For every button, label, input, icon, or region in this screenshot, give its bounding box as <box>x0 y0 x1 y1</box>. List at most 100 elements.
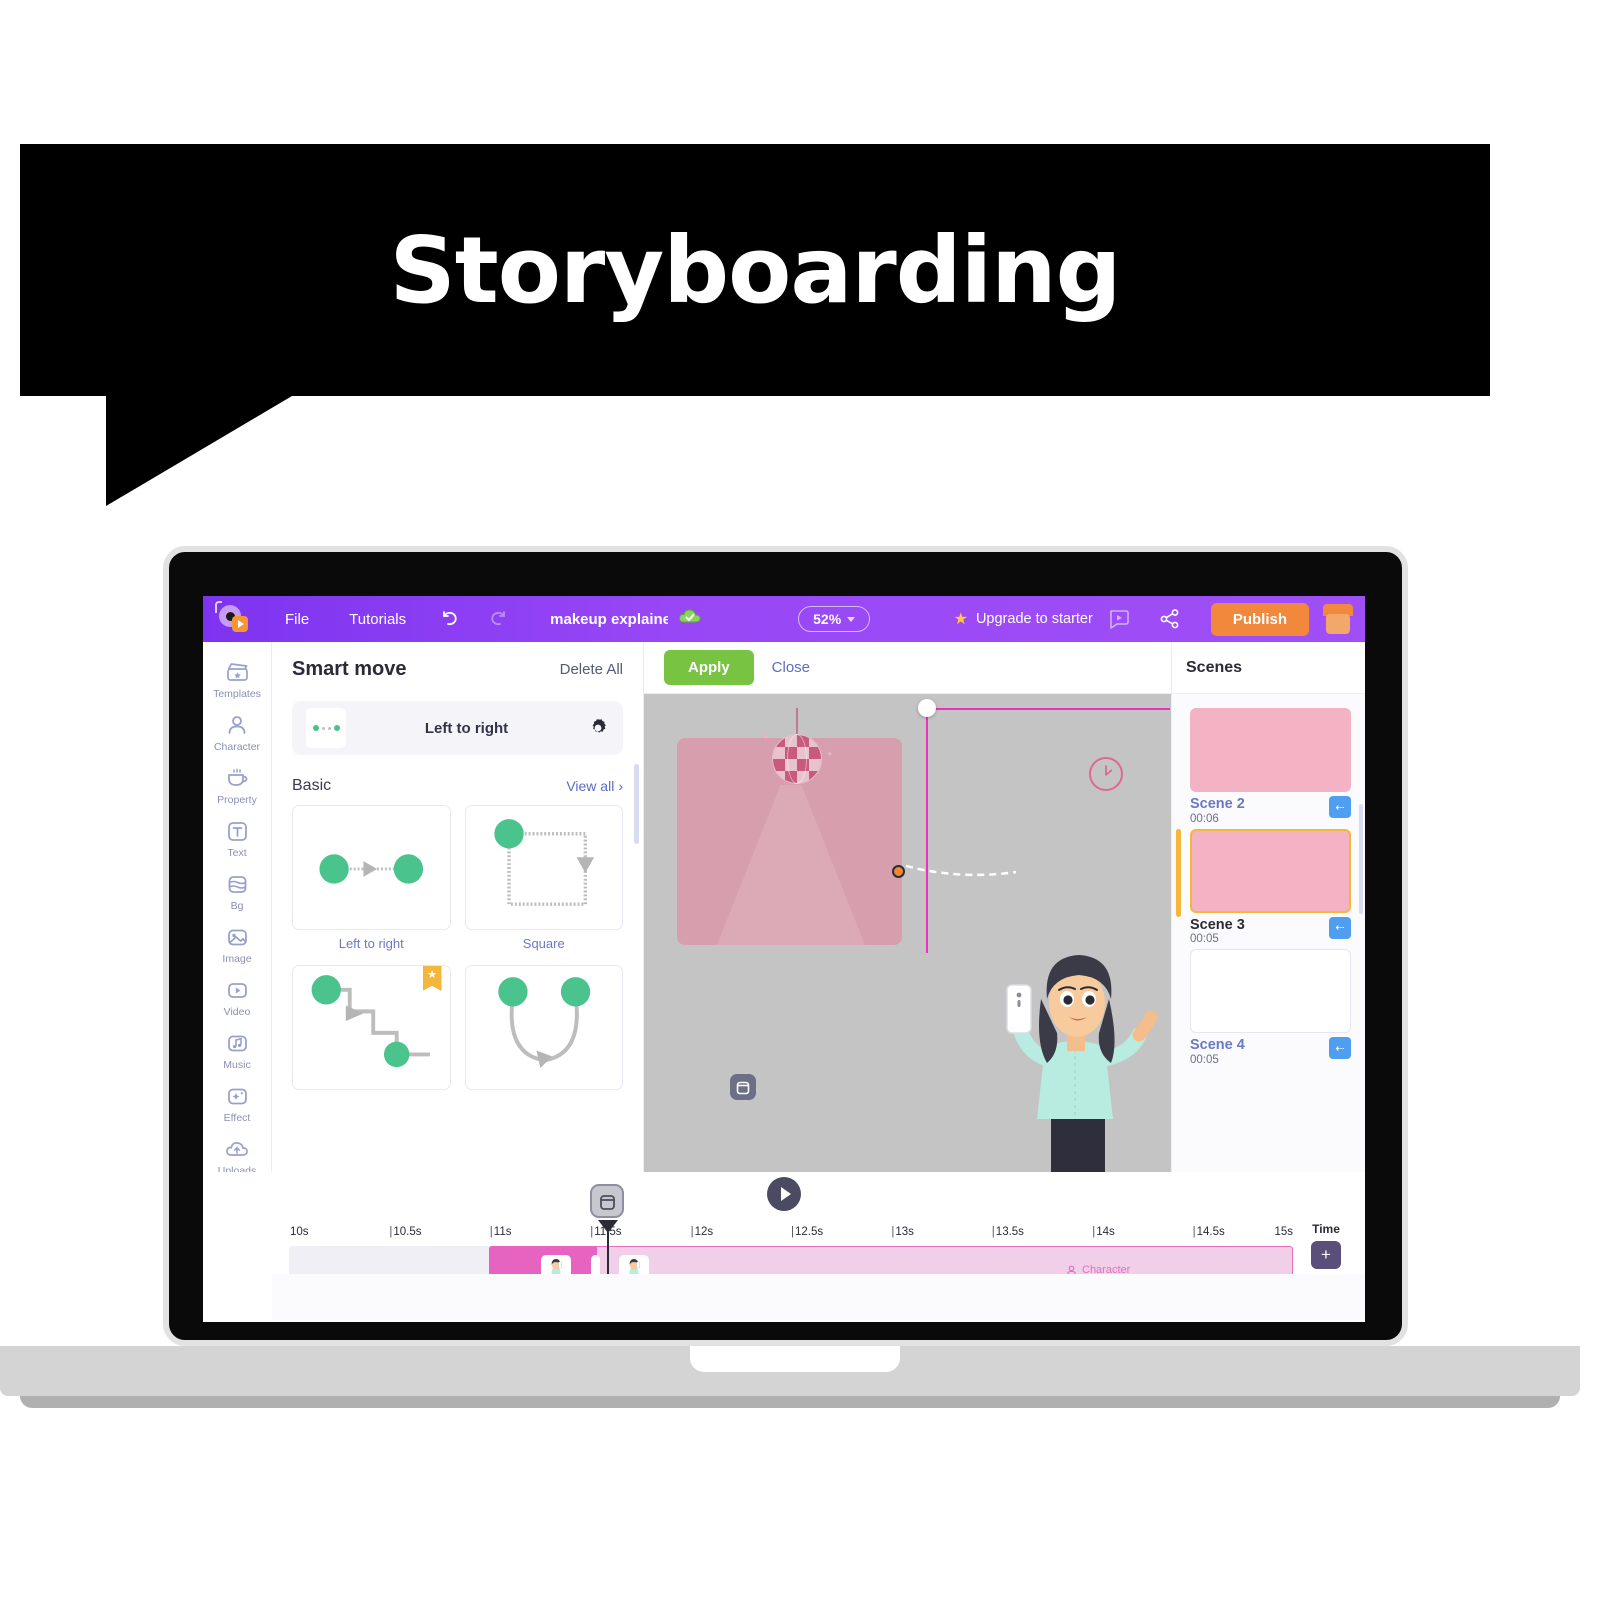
scene-item-3[interactable]: Scene 3 00:05 ⇠ <box>1172 828 1365 950</box>
scenes-list[interactable]: Scene 2 00:06 ⇠ Scene 3 00:05 ⇠ Scene 4 … <box>1172 694 1365 1172</box>
add-scene-icon[interactable]: ⇠ <box>1329 1037 1351 1060</box>
view-all-button[interactable]: View all › <box>566 778 623 794</box>
sidebar-item-templates[interactable]: Templates <box>203 652 271 705</box>
sidebar-item-text[interactable]: Text <box>203 811 271 864</box>
effect-card-u-curve[interactable] <box>464 965 623 1096</box>
scene-thumbnail[interactable] <box>1190 828 1351 913</box>
scene-item-4[interactable]: Scene 4 00:05 ⇠ <box>1172 949 1365 1070</box>
menu-file[interactable]: File <box>265 611 329 628</box>
upgrade-label: Upgrade to starter <box>975 611 1093 627</box>
character-icon[interactable] <box>989 937 1161 1172</box>
tick-label: 13.5s <box>992 1226 1024 1238</box>
menu-tutorials[interactable]: Tutorials <box>329 611 426 628</box>
sidebar-item-uploads[interactable]: Uploads <box>203 1129 271 1172</box>
canvas-column: Apply Close ✦ ✦ <box>644 642 1171 1172</box>
zoom-level-selector[interactable]: 52% <box>798 606 871 632</box>
clapperboard-icon <box>224 659 250 685</box>
effect-card-preview: ★ <box>292 965 451 1090</box>
motion-path-vertical[interactable] <box>926 708 928 953</box>
scene-duration: 00:06 <box>1190 812 1219 825</box>
scene-name: Scene 3 <box>1190 916 1245 933</box>
motion-path-horizontal[interactable] <box>926 708 1170 710</box>
timeline: 10s 10.5s 11s 11.5s 12s 12.5s 13s 13.5s … <box>203 1172 1365 1320</box>
gear-icon[interactable] <box>587 717 609 739</box>
timeline-bottom-area <box>272 1274 1365 1320</box>
panel-header: Smart move Delete All <box>292 658 623 681</box>
preview-button[interactable] <box>1093 608 1145 630</box>
left-to-right-path-icon <box>319 854 424 884</box>
selected-scene-marker <box>1176 828 1181 917</box>
dots-path-icon <box>306 708 346 748</box>
effect-card-left-to-right[interactable]: Left to right <box>292 805 451 951</box>
scenes-scrollbar[interactable] <box>1359 804 1363 914</box>
upgrade-button[interactable]: ★ Upgrade to starter <box>954 609 1093 629</box>
sidebar-label: Property <box>217 794 257 806</box>
text-t-icon <box>224 818 250 844</box>
project-name[interactable]: makeup explaine <box>550 611 668 628</box>
square-path-icon <box>493 819 594 906</box>
person-icon <box>224 712 250 738</box>
panel-scrollbar[interactable] <box>634 764 639 844</box>
effect-card-label: Square <box>522 936 565 951</box>
play-button[interactable] <box>767 1177 801 1211</box>
sidebar-item-video[interactable]: Video <box>203 970 271 1023</box>
effect-card-preview <box>464 805 623 930</box>
add-scene-icon[interactable]: ⇠ <box>1329 796 1351 818</box>
speech-bubble-banner: Storyboarding <box>20 144 1490 396</box>
close-button[interactable]: Close <box>772 659 810 676</box>
basic-section-header: Basic View all › <box>292 777 623 795</box>
sidebar-item-effect[interactable]: Effect <box>203 1076 271 1129</box>
scene-duration: 00:05 <box>1190 1054 1219 1067</box>
undo-button[interactable] <box>426 610 474 628</box>
left-tool-rail: Templates Character Property Text Bg Ima… <box>203 642 272 1172</box>
cup-icon <box>224 765 250 791</box>
zoom-level-value: 52% <box>813 611 842 627</box>
panel-title: Smart move <box>292 658 407 680</box>
time-zoom-in-button[interactable]: + <box>1311 1241 1341 1269</box>
playhead-triangle <box>598 1220 618 1233</box>
play-row <box>203 1172 1365 1216</box>
scene-name: Scene 4 <box>1190 1037 1245 1054</box>
disco-ball-ring-vertical <box>787 734 807 784</box>
path-end-handle[interactable] <box>892 865 905 878</box>
sidebar-item-music[interactable]: Music <box>203 1023 271 1076</box>
sparkle-icon: ✦ <box>826 749 834 759</box>
effect-card-preview <box>464 965 623 1090</box>
chevron-right-icon: › <box>618 778 623 794</box>
sidebar-item-image[interactable]: Image <box>203 917 271 970</box>
applied-effect-label: Left to right <box>424 719 509 737</box>
redo-button[interactable] <box>474 610 522 628</box>
path-start-handle[interactable] <box>918 699 936 717</box>
scenes-title: Scenes <box>1172 642 1365 694</box>
clock-icon[interactable] <box>1089 757 1123 791</box>
scene-thumbnail[interactable] <box>1190 949 1351 1034</box>
speech-bubble-tail <box>106 396 292 506</box>
editor-stage[interactable]: ✦ ✦ <box>644 694 1171 1172</box>
sidebar-item-character[interactable]: Character <box>203 705 271 758</box>
add-scene-icon[interactable]: ⇠ <box>1329 916 1351 939</box>
sparkle-icon: ✦ <box>761 731 771 743</box>
share-button[interactable] <box>1145 608 1195 630</box>
delete-all-button[interactable]: Delete All <box>560 661 623 678</box>
sidebar-item-property[interactable]: Property <box>203 758 271 811</box>
scene-meta: Scene 2 00:06 ⇠ <box>1190 792 1351 825</box>
effect-card-square[interactable]: Square <box>464 805 623 951</box>
object-marker-icon[interactable] <box>730 1074 756 1100</box>
user-avatar-icon[interactable] <box>1321 604 1355 634</box>
sidebar-label: Uploads <box>217 1165 257 1172</box>
scene-thumbnail[interactable] <box>1190 708 1351 792</box>
sidebar-item-bg[interactable]: Bg <box>203 864 271 917</box>
applied-effect-row[interactable]: Left to right <box>292 701 623 755</box>
object-marker-icon[interactable] <box>590 1184 624 1218</box>
publish-button[interactable]: Publish <box>1210 602 1309 636</box>
image-icon <box>224 924 250 950</box>
effect-card-stairs[interactable]: ★ <box>292 965 451 1096</box>
redo-icon <box>491 611 506 626</box>
tick-label: 12.5s <box>791 1226 823 1238</box>
scene-item-2[interactable]: Scene 2 00:06 ⇠ <box>1172 708 1365 829</box>
effect-card-label: Left to right <box>338 936 404 951</box>
timeline-ruler: 10s 10.5s 11s 11.5s 12s 12.5s 13s 13.5s … <box>289 1226 1293 1244</box>
apply-button[interactable]: Apply <box>664 650 754 685</box>
app-logo[interactable] <box>203 601 265 633</box>
sidebar-label: Video <box>223 1006 251 1018</box>
